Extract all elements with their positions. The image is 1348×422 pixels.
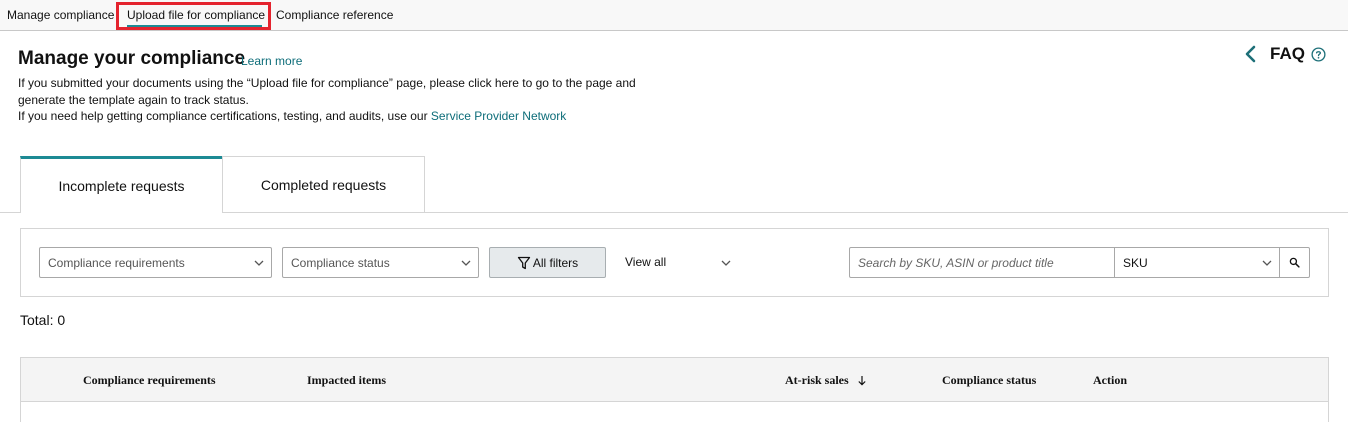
compliance-status-select-label: Compliance status [291, 255, 390, 270]
compliance-requirements-select-label: Compliance requirements [48, 255, 185, 270]
tab-manage-compliance[interactable]: Manage compliance [7, 0, 114, 31]
column-header-compliance-requirements: Compliance requirements [83, 373, 216, 387]
requests-table: Compliance requirements Impacted items A… [20, 357, 1329, 422]
filter-icon [517, 256, 530, 269]
search-icon [1289, 257, 1300, 268]
chevron-down-icon [461, 260, 471, 266]
sort-down-arrow-icon[interactable] [857, 375, 867, 386]
all-filters-button[interactable]: All filters [489, 247, 606, 278]
chevron-down-icon [254, 260, 264, 266]
view-all-dropdown-label[interactable]: View all [625, 255, 666, 269]
search-field-select[interactable]: SKU [1114, 247, 1280, 278]
page-title: Manage your compliance [18, 48, 246, 69]
compliance-status-select[interactable]: Compliance status [282, 247, 479, 278]
column-header-compliance-status: Compliance status [942, 373, 1037, 387]
chevron-left-icon[interactable] [1244, 45, 1256, 63]
service-provider-network-link[interactable]: Service Provider Network [431, 109, 566, 123]
description-line-3: If you need help getting compliance cert… [18, 109, 566, 123]
column-header-at-risk-sales[interactable]: At-risk sales [785, 373, 867, 388]
description-line-2: generate the template again to track sta… [18, 93, 249, 107]
tab-incomplete-requests[interactable]: Incomplete requests [20, 156, 223, 213]
compliance-requirements-select[interactable]: Compliance requirements [39, 247, 272, 278]
chevron-down-icon [1262, 260, 1272, 266]
tab-completed-requests[interactable]: Completed requests [222, 156, 425, 213]
column-header-impacted-items: Impacted items [307, 373, 386, 387]
column-header-at-risk-sales-label: At-risk sales [785, 373, 849, 387]
search-button[interactable] [1279, 247, 1310, 278]
learn-more-link[interactable]: Learn more [241, 54, 302, 68]
description-line-3-text: If you need help getting compliance cert… [18, 109, 431, 123]
top-navigation: Manage compliance Upload file for compli… [0, 0, 1348, 31]
active-tab-indicator [127, 25, 262, 28]
column-header-action: Action [1093, 373, 1127, 387]
total-count: Total: 0 [20, 312, 66, 328]
search-field-select-label: SKU [1123, 255, 1148, 270]
tab-compliance-reference[interactable]: Compliance reference [276, 0, 393, 31]
description-line-1[interactable]: If you submitted your documents using th… [18, 76, 636, 90]
help-circle-icon[interactable] [1311, 46, 1326, 62]
all-filters-label: All filters [532, 255, 579, 270]
search-input[interactable] [849, 247, 1115, 278]
faq-label[interactable]: FAQ [1270, 44, 1305, 64]
faq-toggle[interactable]: FAQ [1244, 43, 1326, 65]
chevron-down-icon[interactable] [720, 257, 732, 269]
table-header: Compliance requirements Impacted items A… [21, 358, 1328, 402]
